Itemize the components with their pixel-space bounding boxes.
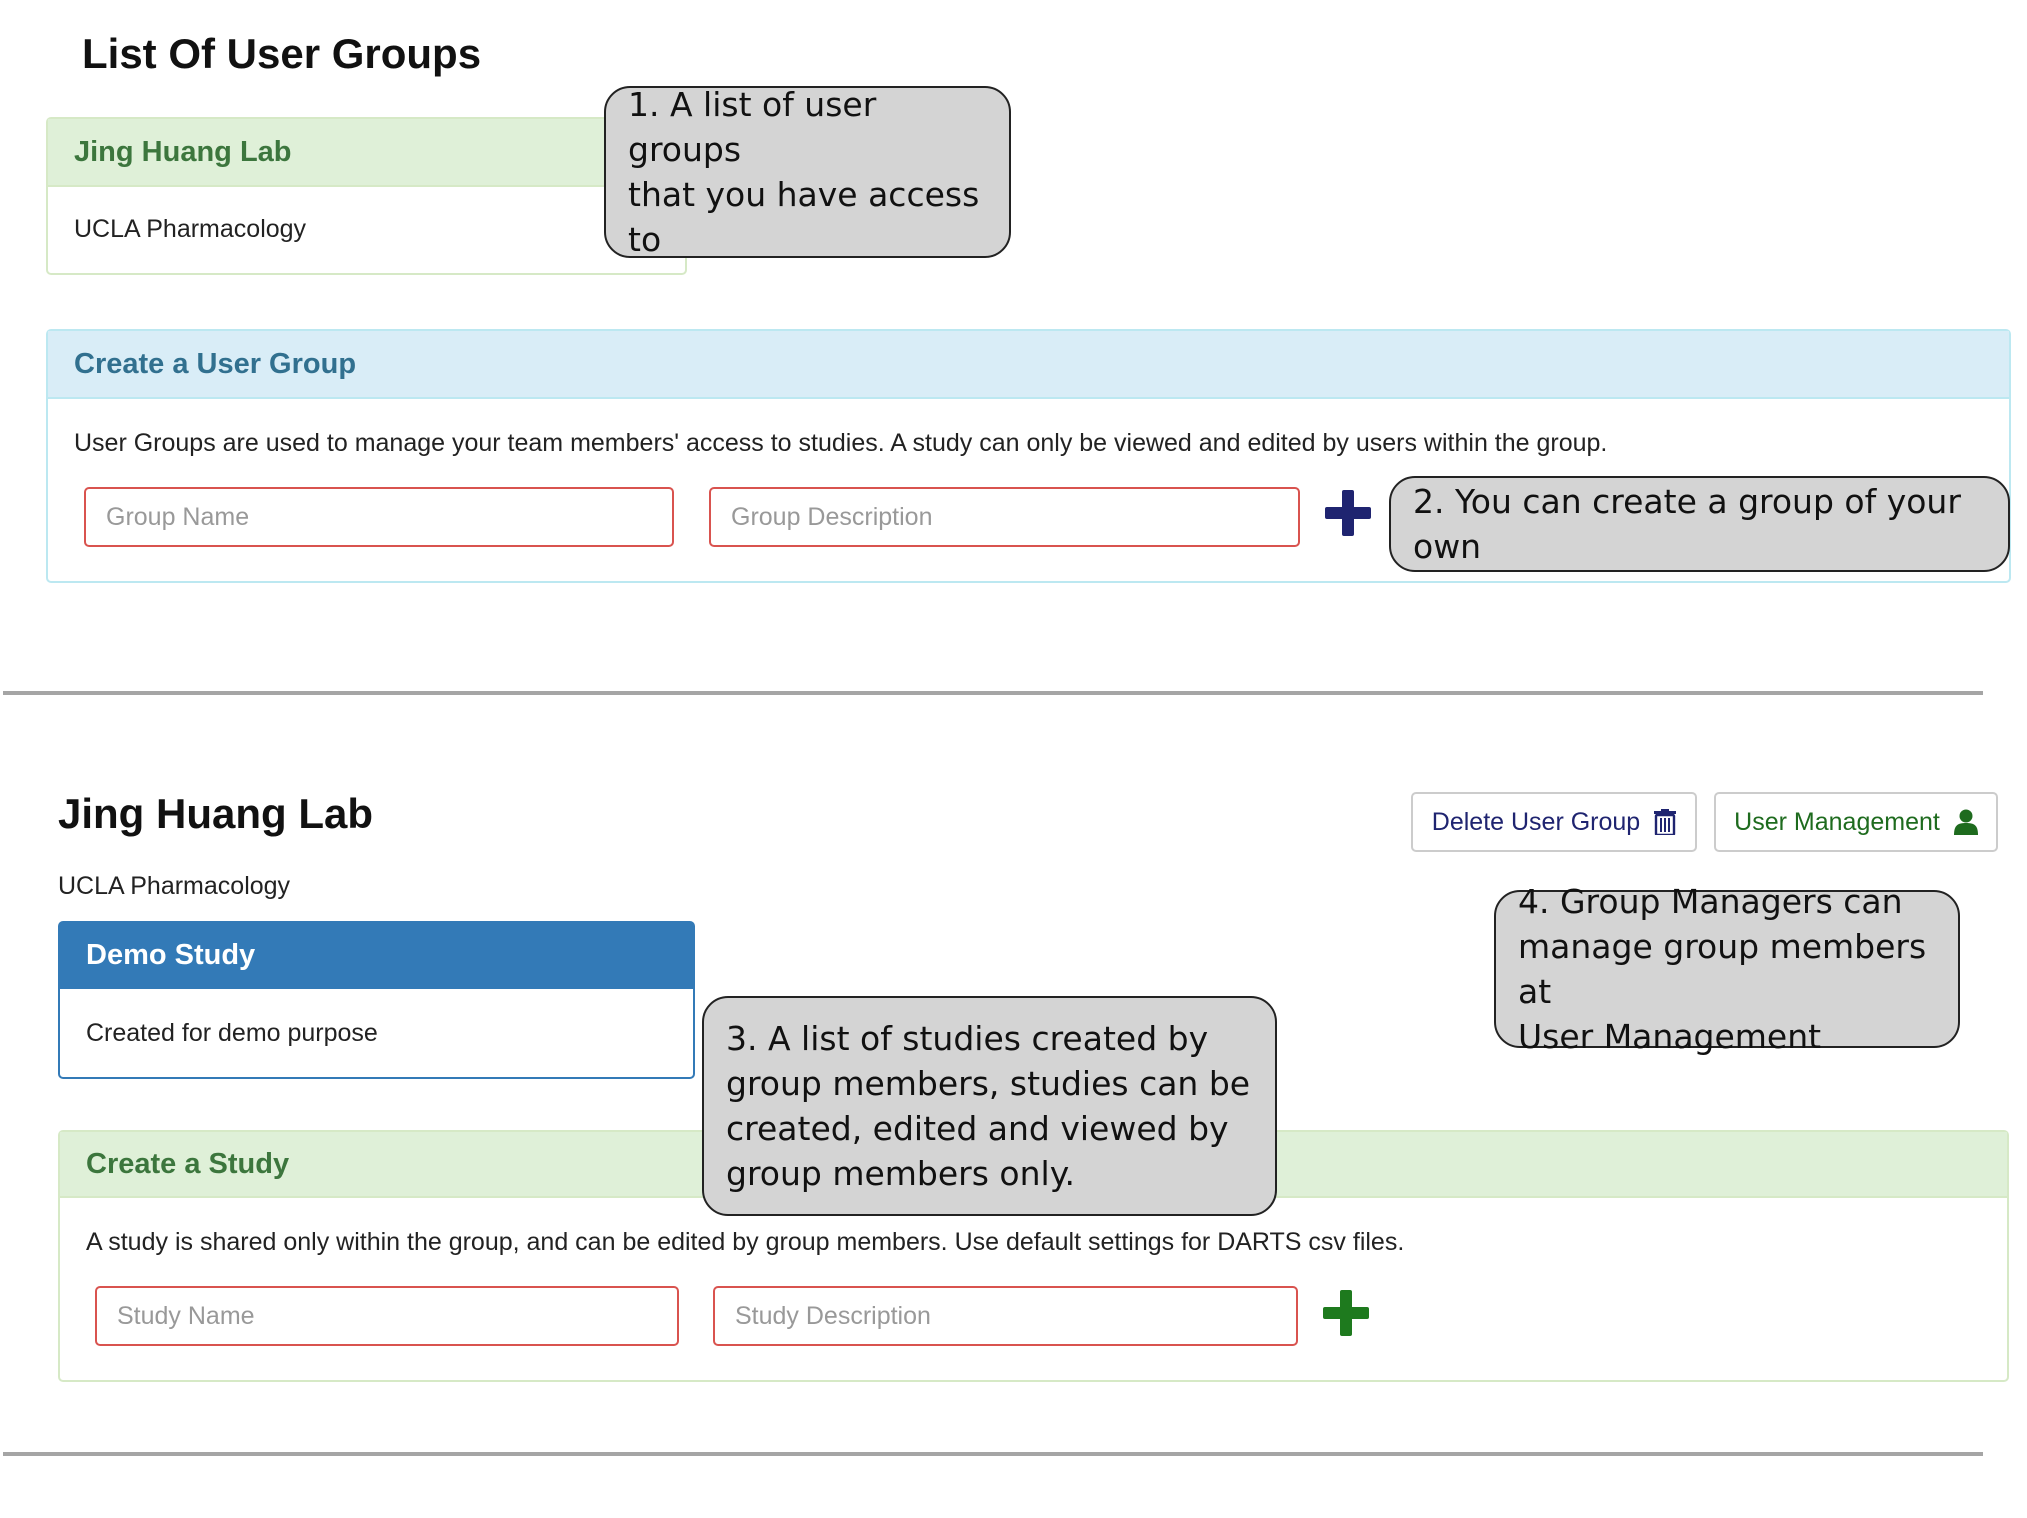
user-group-name[interactable]: Jing Huang Lab	[74, 136, 292, 169]
create-user-group-header: Create a User Group	[48, 331, 2009, 399]
callout-create-group: 2. You can create a group of your own	[1389, 476, 2010, 572]
trash-icon	[1654, 809, 1677, 835]
group-name-input[interactable]	[84, 487, 674, 547]
group-detail-title: Jing Huang Lab	[58, 790, 373, 837]
callout-user-management: 4. Group Managers can manage group membe…	[1494, 882, 1960, 1056]
delete-user-group-button[interactable]: Delete User Group	[1411, 792, 1697, 852]
user-management-button[interactable]: User Management	[1714, 792, 1998, 852]
study-description: Created for demo purpose	[86, 1019, 378, 1047]
page-title: List Of User Groups	[82, 30, 482, 77]
user-management-label: User Management	[1734, 807, 1940, 836]
study-card-header: Demo Study	[60, 923, 693, 989]
callout-studies: 3. A list of studies created by group me…	[702, 996, 1277, 1216]
user-icon	[1953, 809, 1978, 835]
add-group-plus-icon[interactable]	[1325, 490, 1371, 536]
user-group-card[interactable]: Jing Huang Lab UCLA Pharmacology	[46, 117, 687, 275]
create-study-heading: Create a Study	[86, 1147, 290, 1180]
study-description-input[interactable]	[713, 1286, 1298, 1346]
callout-user-groups: 1. A list of user groups that you have a…	[604, 85, 1011, 259]
study-name-input[interactable]	[95, 1286, 679, 1346]
study-name[interactable]: Demo Study	[86, 939, 255, 972]
create-user-group-heading: Create a User Group	[74, 347, 357, 380]
group-description-input[interactable]	[709, 487, 1300, 547]
add-study-plus-icon[interactable]	[1323, 1290, 1369, 1336]
group-detail-subtitle: UCLA Pharmacology	[58, 872, 291, 900]
user-group-card-header: Jing Huang Lab	[48, 119, 685, 187]
create-study-help-text: A study is shared only within the group,…	[86, 1228, 1405, 1256]
section-divider-bottom	[3, 1452, 1983, 1456]
delete-user-group-label: Delete User Group	[1431, 807, 1641, 836]
study-card[interactable]: Demo Study Created for demo purpose	[58, 921, 695, 1079]
user-group-description: UCLA Pharmacology	[74, 215, 307, 243]
section-divider	[3, 691, 1983, 695]
create-user-group-help-text: User Groups are used to manage your team…	[74, 429, 1608, 457]
